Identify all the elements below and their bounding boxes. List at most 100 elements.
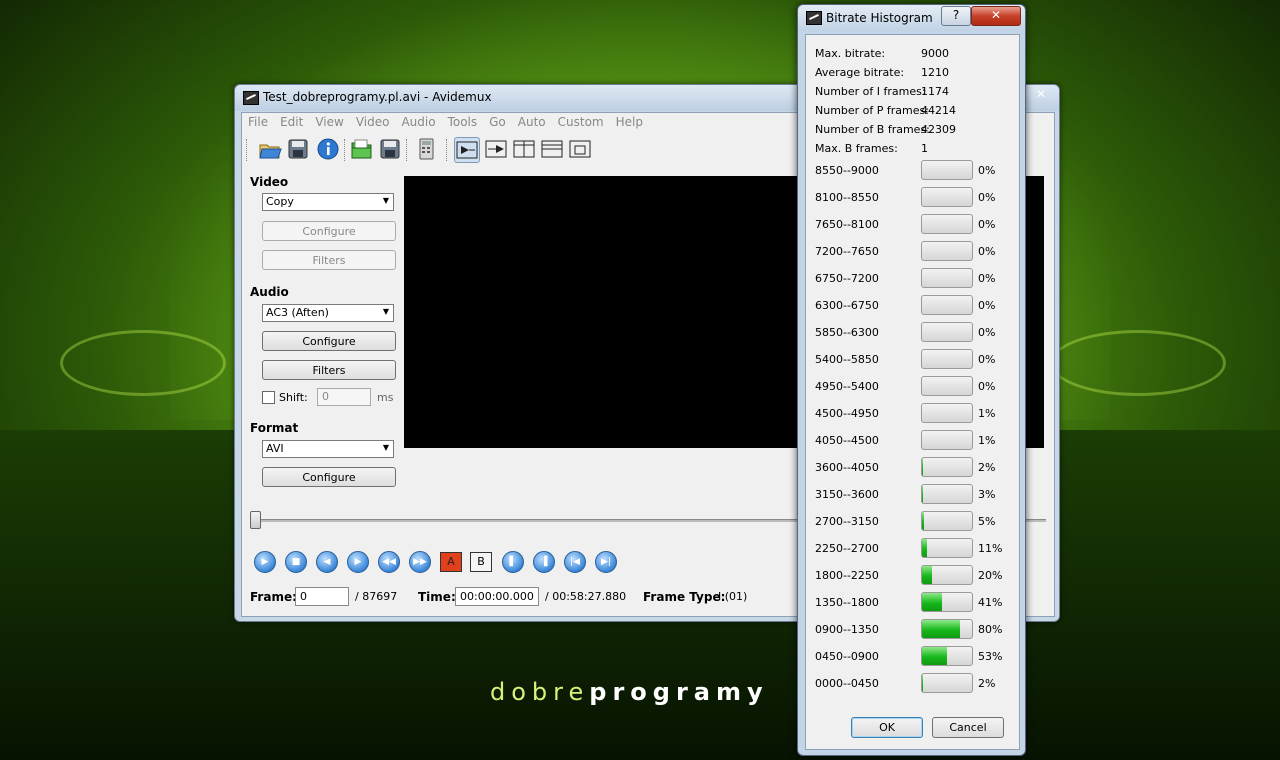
format-configure-button[interactable]: Configure [262,467,396,487]
menu-go[interactable]: Go [483,113,512,129]
bitrate-histogram-dialog: Bitrate Histogram ? ✕ Max. bitrate: 9000… [797,4,1026,756]
histogram-progress-bar [921,268,973,288]
histogram-row: 3600--4050 2% [806,457,1016,479]
set-marker-b-button[interactable]: B [470,552,492,572]
previous-frame-icon[interactable]: ◀ [316,551,338,573]
format-select[interactable]: AVI [262,440,394,458]
histogram-range-label: 4500--4950 [815,407,879,420]
next-frame-icon[interactable]: ▶ [347,551,369,573]
video-filters-button[interactable]: Filters [262,250,396,270]
histogram-progress-fill [922,539,927,557]
audio-codec-select[interactable]: AC3 (Aften) [262,304,394,322]
menu-edit[interactable]: Edit [274,113,309,129]
histogram-percent-label: 2% [978,677,996,690]
set-marker-a-button[interactable]: A [440,552,462,572]
histogram-progress-bar [921,376,973,396]
histogram-range-label: 7650--8100 [815,218,879,231]
play-icon[interactable]: ▶ [254,551,276,573]
output-view-icon[interactable] [484,137,508,161]
frame-total: / 87697 [355,590,398,603]
brand-logo: dobreprogramy [490,678,769,706]
avidemux-app-icon [243,91,259,105]
histogram-row: 2700--3150 5% [806,511,1016,533]
histogram-range-label: 0900--1350 [815,623,879,636]
open-folder-icon[interactable] [350,137,374,161]
histogram-row: 4500--4950 1% [806,403,1016,425]
histogram-range-label: 4950--5400 [815,380,879,393]
histogram-percent-label: 11% [978,542,1003,555]
histogram-percent-label: 80% [978,623,1003,636]
histogram-row: 6300--6750 0% [806,295,1016,317]
video-codec-select[interactable]: Copy [262,193,394,211]
histogram-progress-fill [922,620,960,638]
stat-max-bitrate-value: 9000 [921,47,949,60]
histogram-range-label: 1350--1800 [815,596,879,609]
goto-marker-a-icon[interactable]: ▌ [502,551,524,573]
help-button[interactable]: ? [941,6,971,26]
menu-tools[interactable]: Tools [442,113,484,129]
wallpaper-ring [60,330,226,396]
histogram-titlebar[interactable]: Bitrate Histogram ? ✕ [798,5,1025,31]
save-video-icon[interactable] [378,137,402,161]
timeline-thumb[interactable] [250,511,261,529]
histogram-progress-bar [921,241,973,261]
cancel-button[interactable]: Cancel [932,717,1004,738]
frame-type-label: Frame Type: [643,590,726,604]
menu-file[interactable]: File [242,113,274,129]
audio-section-label: Audio [250,285,289,299]
single-view-icon[interactable] [568,137,592,161]
video-section-label: Video [250,175,289,189]
menu-video[interactable]: Video [350,113,396,129]
shift-spinbox[interactable]: 0 [317,388,371,406]
histogram-range-label: 0000--0450 [815,677,879,690]
save-icon[interactable] [286,137,310,161]
histogram-range-label: 1800--2250 [815,569,879,582]
ok-button[interactable]: OK [851,717,923,738]
menu-auto[interactable]: Auto [512,113,552,129]
histogram-progress-fill [922,458,923,476]
histogram-percent-label: 0% [978,326,996,339]
histogram-range-label: 3600--4050 [815,461,879,474]
input-view-icon[interactable] [454,137,480,163]
next-keyframe-icon[interactable]: ▶▶ [409,551,431,573]
video-configure-button[interactable]: Configure [262,221,396,241]
main-close-button[interactable]: ✕ [1029,87,1053,105]
menu-audio[interactable]: Audio [395,113,441,129]
menu-view[interactable]: View [309,113,349,129]
shift-checkbox[interactable] [262,391,275,404]
previous-keyframe-icon[interactable]: ◀◀ [378,551,400,573]
menu-custom[interactable]: Custom [552,113,610,129]
histogram-range-label: 7200--7650 [815,245,879,258]
histogram-range-label: 0450--0900 [815,650,879,663]
time-input[interactable]: 00:00:00.000 [455,587,539,606]
histogram-range-label: 4050--4500 [815,434,879,447]
open-file-icon[interactable] [258,137,282,161]
histogram-progress-bar [921,187,973,207]
stop-icon[interactable]: ■ [285,551,307,573]
stat-b-frames-label: Number of B frames: [815,123,930,136]
histogram-close-button[interactable]: ✕ [971,6,1021,26]
goto-start-icon[interactable]: |◀ [564,551,586,573]
histogram-percent-label: 0% [978,164,996,177]
stat-max-b-frames-label: Max. B frames: [815,142,898,155]
audio-configure-button[interactable]: Configure [262,331,396,351]
histogram-progress-bar [921,511,973,531]
histogram-progress-bar [921,646,973,666]
goto-end-icon[interactable]: ▶| [595,551,617,573]
top-bottom-view-icon[interactable] [540,137,564,161]
histogram-percent-label: 0% [978,272,996,285]
goto-marker-b-icon[interactable]: ▐ [533,551,555,573]
side-by-side-view-icon[interactable] [512,137,536,161]
info-icon[interactable] [316,137,340,161]
histogram-percent-label: 0% [978,218,996,231]
menu-help[interactable]: Help [610,113,649,129]
histogram-percent-label: 5% [978,515,996,528]
audio-filters-button[interactable]: Filters [262,360,396,380]
toolbar-separator [406,139,408,161]
histogram-percent-label: 3% [978,488,996,501]
frame-input[interactable]: 0 [295,587,349,606]
histogram-row: 5850--6300 0% [806,322,1016,344]
calculator-icon[interactable] [414,137,438,161]
histogram-progress-fill [922,566,932,584]
histogram-progress-bar [921,322,973,342]
